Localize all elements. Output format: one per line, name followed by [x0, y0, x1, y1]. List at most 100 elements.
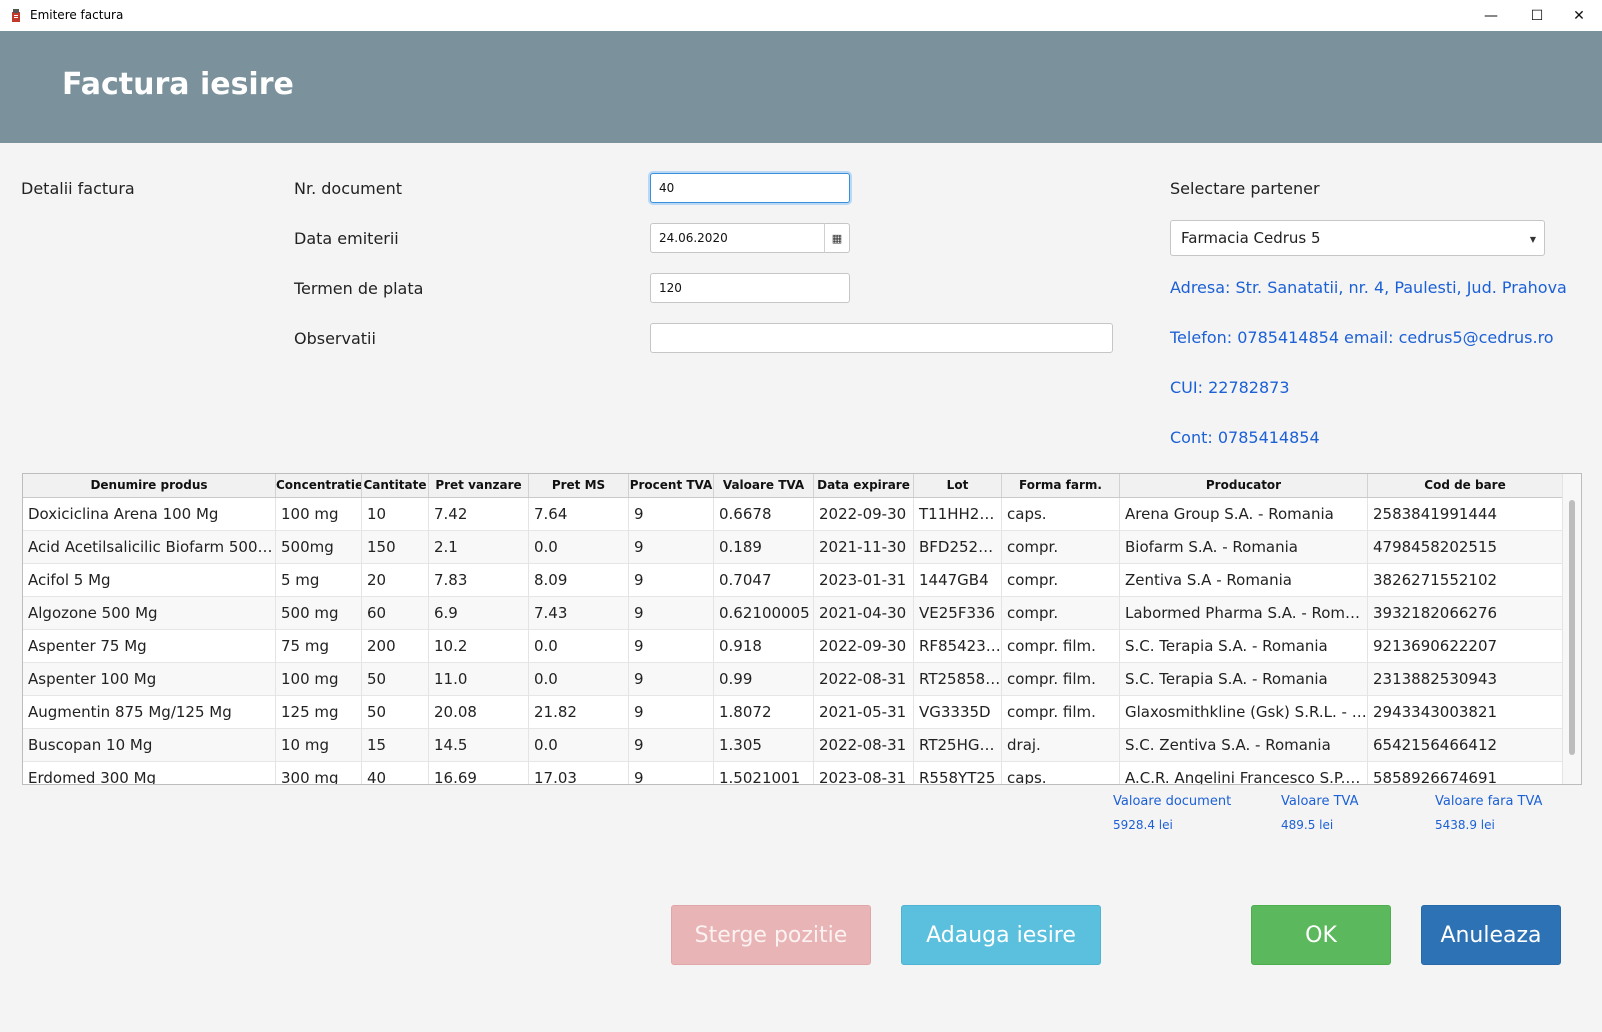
table-cell: VE25F336: [914, 597, 1002, 629]
table-cell: compr.: [1002, 597, 1120, 629]
close-button[interactable]: ✕: [1556, 0, 1602, 31]
table-cell: R558YT25: [914, 762, 1002, 784]
table-cell: Labormed Pharma S.A. - Romania: [1120, 597, 1368, 629]
table-cell: 10.2: [429, 630, 529, 662]
table-cell: 3826271552102: [1368, 564, 1563, 596]
table-scrollbar[interactable]: [1562, 474, 1581, 784]
table-cell: 8.09: [529, 564, 629, 596]
table-cell: S.C. Zentiva S.A. - Romania: [1120, 729, 1368, 761]
table-cell: 300 mg: [276, 762, 362, 784]
table-cell: RT25858FG: [914, 663, 1002, 695]
products-table[interactable]: Denumire produs Concentratie Cantitate Pret…: [22, 473, 1582, 785]
table-row[interactable]: Algozone 500 Mg 500 mg 60 6.9 7.43 9 0.6210000…: [23, 597, 1563, 630]
partner-select[interactable]: Farmacia Cedrus 5 ▼: [1170, 220, 1545, 256]
maximize-button[interactable]: ☐: [1514, 0, 1560, 31]
table-cell: 100 mg: [276, 498, 362, 530]
table-cell: 7.83: [429, 564, 529, 596]
table-cell: caps.: [1002, 762, 1120, 784]
table-cell: 500 mg: [276, 597, 362, 629]
table-cell: A.C.R. Angelini Francesco S.P.A. …: [1120, 762, 1368, 784]
minimize-icon: —: [1484, 7, 1498, 24]
termen-plata-label: Termen de plata: [294, 279, 424, 298]
column-header[interactable]: Valoare TVA: [714, 474, 814, 497]
table-cell: 150: [362, 531, 429, 563]
table-cell: RT25HG2…: [914, 729, 1002, 761]
column-header[interactable]: Procent TVA: [629, 474, 714, 497]
column-header[interactable]: Concentratie: [276, 474, 362, 497]
table-row[interactable]: Buscopan 10 Mg 10 mg 15 14.5 0.0 9 1.305 2022-0…: [23, 729, 1563, 762]
table-cell: 10 mg: [276, 729, 362, 761]
nr-document-input[interactable]: 40: [650, 173, 850, 203]
adauga-iesire-button[interactable]: Adauga iesire: [901, 905, 1101, 965]
table-cell: Erdomed 300 Mg: [23, 762, 276, 784]
observatii-input[interactable]: [650, 323, 1113, 353]
table-row[interactable]: Aspenter 100 Mg 100 mg 50 11.0 0.0 9 0.99 2022-…: [23, 663, 1563, 696]
table-cell: 0.0: [529, 729, 629, 761]
partner-phone: Telefon: 0785414854: [1170, 328, 1340, 347]
table-cell: 9: [629, 762, 714, 784]
table-cell: 2583841991444: [1368, 498, 1563, 530]
minimize-button[interactable]: —: [1468, 0, 1514, 31]
table-cell: S.C. Terapia S.A. - Romania: [1120, 630, 1368, 662]
column-header[interactable]: Pret MS: [529, 474, 629, 497]
table-row[interactable]: Erdomed 300 Mg 300 mg 40 16.69 17.03 9 1.50210…: [23, 762, 1563, 784]
table-cell: 0.62100005: [714, 597, 814, 629]
table-cell: 2022-09-30: [814, 498, 914, 530]
column-header[interactable]: Forma farm.: [1002, 474, 1120, 497]
column-header[interactable]: Pret vanzare: [429, 474, 529, 497]
partner-selected-value: Farmacia Cedrus 5: [1181, 229, 1321, 247]
table-cell: 9: [629, 630, 714, 662]
table-row[interactable]: Doxiciclina Arena 100 Mg 100 mg 10 7.42 7.64…: [23, 498, 1563, 531]
table-cell: 5858926674691: [1368, 762, 1563, 784]
window-title: Emitere factura: [30, 8, 124, 22]
table-cell: 20.08: [429, 696, 529, 728]
sterge-pozitie-button[interactable]: Sterge pozitie: [671, 905, 871, 965]
partner-cui: CUI: 22782873: [1170, 378, 1290, 397]
table-header: Denumire produs Concentratie Cantitate Pret…: [23, 474, 1563, 498]
table-cell: BFD2525…: [914, 531, 1002, 563]
table-cell: 2313882530943: [1368, 663, 1563, 695]
observatii-label: Observatii: [294, 329, 376, 348]
table-row[interactable]: Aspenter 75 Mg 75 mg 200 10.2 0.0 9 0.918 2022-…: [23, 630, 1563, 663]
table-cell: 500mg: [276, 531, 362, 563]
table-cell: RF85423…: [914, 630, 1002, 662]
column-header[interactable]: Data expirare: [814, 474, 914, 497]
table-cell: 2022-08-31: [814, 663, 914, 695]
table-cell: 0.0: [529, 531, 629, 563]
table-cell: Aspenter 100 Mg: [23, 663, 276, 695]
table-row[interactable]: Augmentin 875 Mg/125 Mg 125 mg 50 20.08 21.8…: [23, 696, 1563, 729]
table-cell: 2943343003821: [1368, 696, 1563, 728]
table-cell: Zentiva S.A - Romania: [1120, 564, 1368, 596]
column-header[interactable]: Lot: [914, 474, 1002, 497]
column-header[interactable]: Cod de bare: [1368, 474, 1563, 497]
table-cell: 6.9: [429, 597, 529, 629]
table-cell: Buscopan 10 Mg: [23, 729, 276, 761]
table-cell: 0.7047: [714, 564, 814, 596]
table-cell: 2021-05-31: [814, 696, 914, 728]
total-fara-tva-label: Valoare fara TVA: [1435, 794, 1543, 809]
ok-button[interactable]: OK: [1251, 905, 1391, 965]
total-document-label: Valoare document: [1113, 794, 1232, 809]
table-cell: 21.82: [529, 696, 629, 728]
calendar-icon[interactable]: ▦: [824, 223, 850, 253]
table-cell: 7.64: [529, 498, 629, 530]
table-row[interactable]: Acid Acetilsalicilic Biofarm 500Mg 500mg 1…: [23, 531, 1563, 564]
scrollbar-thumb[interactable]: [1569, 500, 1575, 755]
column-header[interactable]: Denumire produs: [23, 474, 276, 497]
table-cell: 0.99: [714, 663, 814, 695]
column-header[interactable]: Cantitate: [362, 474, 429, 497]
column-header[interactable]: Producator: [1120, 474, 1368, 497]
termen-plata-input[interactable]: 120: [650, 273, 850, 303]
table-cell: 9: [629, 498, 714, 530]
table-cell: 5 mg: [276, 564, 362, 596]
table-cell: draj.: [1002, 729, 1120, 761]
table-row[interactable]: Acifol 5 Mg 5 mg 20 7.83 8.09 9 0.7047 2023-01-…: [23, 564, 1563, 597]
table-cell: 0.0: [529, 663, 629, 695]
anuleaza-button[interactable]: Anuleaza: [1421, 905, 1561, 965]
close-icon: ✕: [1573, 7, 1585, 24]
data-emiterii-input[interactable]: 24.06.2020: [650, 223, 825, 253]
table-cell: S.C. Terapia S.A. - Romania: [1120, 663, 1368, 695]
table-cell: Algozone 500 Mg: [23, 597, 276, 629]
table-cell: 1.305: [714, 729, 814, 761]
table-cell: 9: [629, 531, 714, 563]
